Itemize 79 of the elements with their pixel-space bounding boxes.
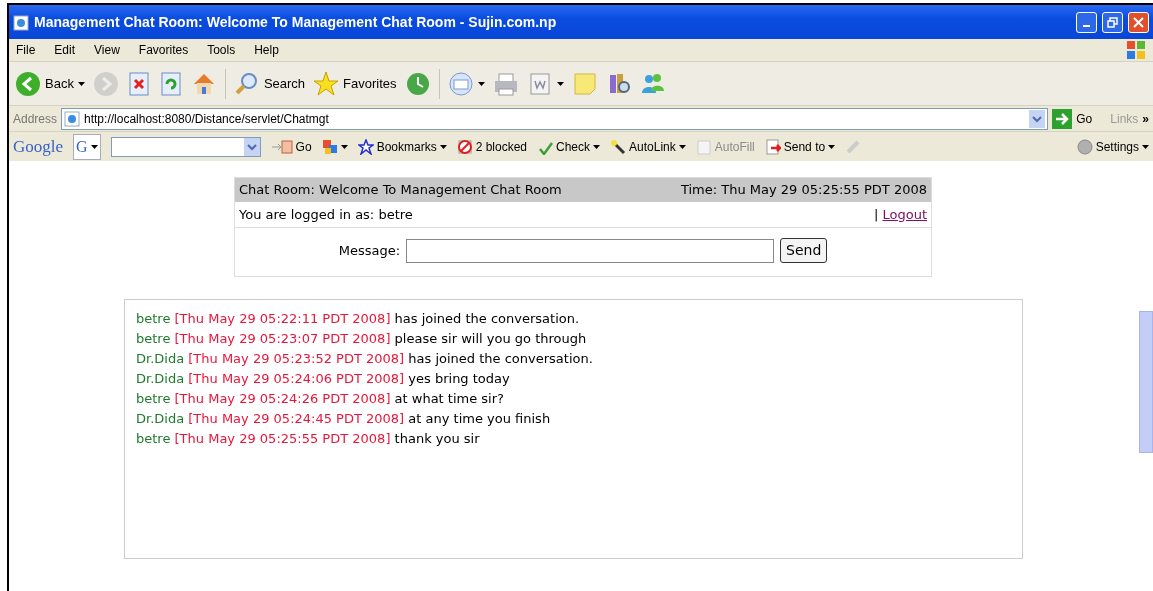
menu-item[interactable]: Help (252, 41, 281, 59)
chat-message: betre [Thu May 29 05:25:55 PDT 2008] thank you sir (136, 430, 481, 448)
refresh-button[interactable] (158, 70, 183, 97)
print-button[interactable] (492, 70, 519, 97)
chat-title: Chat Room: Welcome To Management Chat Room (239, 181, 562, 199)
login-status: You are logged in as: betre (239, 205, 413, 224)
address-field[interactable]: http://localhost:8080/Distance/servlet/Chatmgt (61, 107, 1049, 130)
popup-button[interactable] (321, 138, 348, 155)
search-button[interactable]: Search (233, 70, 306, 97)
window-title: Management Chat Room: Welcome To Management Chat Room - Sujin.com.np (34, 12, 557, 32)
restore-icon (1107, 16, 1118, 28)
separator-text: | (873, 206, 880, 222)
blocked-icon (456, 138, 473, 155)
close-button[interactable] (1128, 11, 1149, 33)
restore-button[interactable] (1102, 11, 1123, 33)
favorites-button[interactable]: Favorites (313, 70, 397, 97)
chat-message: betre [Thu May 29 05:22:11 PDT 2008] has joined the conversation. (136, 310, 581, 328)
google-menu-button[interactable]: G (73, 133, 101, 160)
caret-icon (593, 144, 601, 149)
menu-item[interactable]: View (92, 41, 122, 59)
menu-item[interactable]: Edit (52, 41, 78, 59)
check-button[interactable]: Check (537, 137, 601, 156)
minimize-button[interactable] (1076, 11, 1097, 33)
time-label: Time: Thu May 29 05:25:55 PDT 2008 (680, 181, 927, 199)
printer-icon (492, 70, 519, 97)
settings-button[interactable]: Settings (1076, 137, 1149, 156)
mail-button[interactable] (447, 70, 485, 97)
windows-logo-icon (1125, 39, 1147, 61)
star-icon (313, 70, 340, 97)
pencil-icon (845, 138, 862, 155)
caret-icon (678, 144, 686, 149)
scrollbar[interactable] (1139, 311, 1153, 453)
dropdown-icon (1029, 109, 1046, 128)
chat-message: Dr.Dida [Thu May 29 05:24:45 PDT 2008] at any time you finish (136, 410, 552, 428)
caret-icon (439, 144, 447, 149)
wand-icon (610, 138, 627, 155)
caret-icon (90, 144, 98, 149)
page-icon (64, 110, 81, 127)
refresh-icon (158, 70, 183, 97)
back-button[interactable]: Back (15, 70, 85, 97)
menu-item[interactable]: Favorites (136, 41, 191, 59)
chevron-icon[interactable]: » (1142, 109, 1149, 128)
settings-icon (1076, 138, 1093, 155)
message-label: Message: (338, 241, 401, 260)
send-button[interactable]: Send (780, 238, 828, 263)
history-button[interactable] (404, 70, 431, 97)
search-icon (233, 70, 260, 97)
go-icon (270, 138, 293, 155)
close-icon (1133, 16, 1144, 28)
caret-icon (1142, 144, 1149, 149)
go-button[interactable]: Go (1052, 108, 1093, 129)
bookmarks-button[interactable]: Bookmarks (357, 137, 447, 156)
chat-message: Dr.Dida [Thu May 29 05:23:52 PDT 2008] has joined the conversation. (136, 350, 594, 368)
sendto-button[interactable]: Send to (764, 137, 836, 156)
message-input[interactable] (406, 238, 775, 263)
google-logo: Google (13, 135, 64, 158)
logout-link[interactable]: Logout (882, 206, 927, 222)
search-field[interactable] (110, 136, 261, 157)
stop-icon (126, 70, 151, 97)
dropdown-icon (243, 137, 260, 156)
chat-message: Dr.Dida [Thu May 29 05:24:06 PDT 2008] yes bring today (136, 370, 511, 388)
chat-message: betre [Thu May 29 05:24:26 PDT 2008] at what time sir? (136, 390, 505, 408)
go-button[interactable]: Go (270, 137, 312, 156)
menu-item[interactable]: File (14, 41, 38, 59)
mail-icon (447, 70, 474, 97)
caret-icon (340, 144, 348, 149)
minimize-icon (1083, 25, 1090, 27)
chat-message: betre [Thu May 29 05:23:07 PDT 2008] please sir will you go through (136, 330, 588, 348)
note-icon (571, 70, 598, 97)
browser-icon (13, 14, 29, 31)
address-label: Address (13, 110, 58, 128)
caret-icon (828, 144, 836, 149)
menu-item[interactable]: Tools (205, 41, 238, 59)
star-outline-icon (357, 138, 374, 155)
send-icon (764, 138, 781, 155)
stop-button[interactable] (126, 70, 151, 97)
blocked-button[interactable]: 2 blocked (456, 137, 528, 156)
autolink-button[interactable]: AutoLink (610, 137, 686, 156)
history-icon (404, 70, 431, 97)
